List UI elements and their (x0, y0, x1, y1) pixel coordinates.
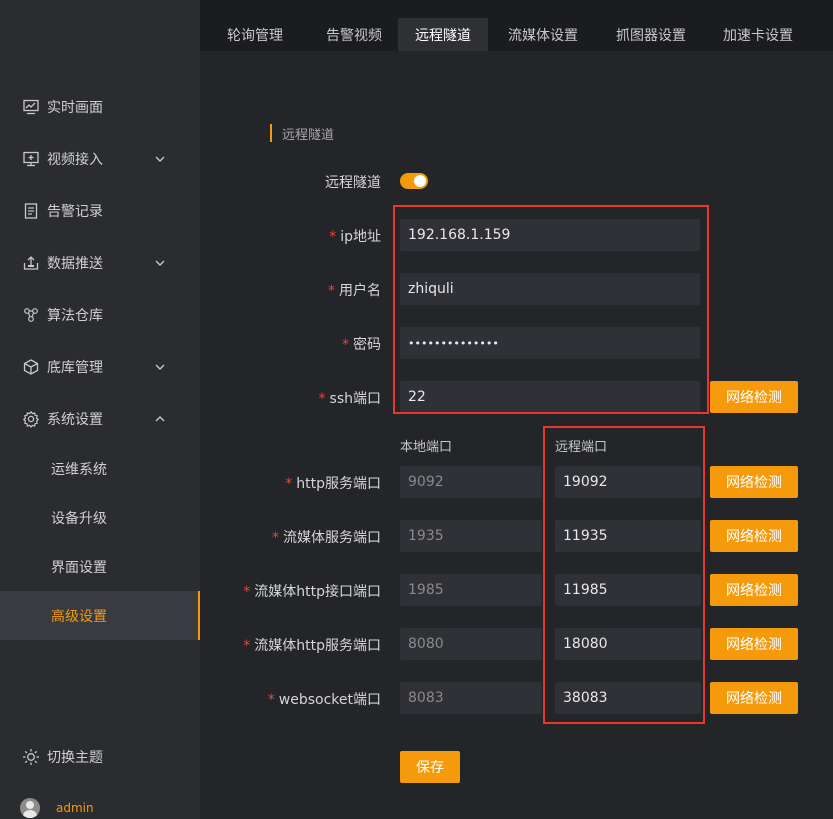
sidebar-subitem-label: 高级设置 (51, 608, 107, 625)
sidebar-item-base-library[interactable]: 底库管理 (0, 341, 200, 393)
local-port-header: 本地端口 (400, 440, 453, 455)
local-port-input[interactable]: 8080 (400, 628, 542, 660)
password-input[interactable]: •••••••••••••• (400, 327, 700, 359)
network-check-button[interactable]: 网络检测 (710, 520, 798, 552)
tab-bar: 轮询管理 告警视频 远程隧道 流媒体设置 抓图器设置 加速卡设置 (200, 18, 833, 51)
tab-label: 加速卡设置 (723, 27, 793, 44)
box-icon (22, 358, 40, 376)
port-row-label: * websocket端口 (267, 692, 381, 708)
sidebar-subitem-ops-system[interactable]: 运维系统 (0, 444, 200, 493)
monitor-chart-icon (22, 98, 40, 116)
ssh-network-check-button[interactable]: 网络检测 (710, 381, 798, 413)
sidebar-item-label: 算法仓库 (47, 308, 103, 324)
remote-port-input[interactable]: 19092 (555, 466, 701, 498)
avatar (20, 798, 40, 818)
network-check-button[interactable]: 网络检测 (710, 466, 798, 498)
remote-port-header: 远程端口 (555, 440, 608, 455)
sidebar-subitem-label: 设备升级 (51, 510, 107, 527)
tab-remote-tunnel[interactable]: 远程隧道 (398, 18, 488, 51)
remote-port-input[interactable]: 38083 (555, 682, 701, 714)
sidebar: 实时画面 视频接入 告警记录 数据推送 算法仓库 底库管理 系统设置 运维系统 … (0, 0, 200, 819)
switch-theme-label: 切换主题 (47, 750, 103, 766)
sidebar-subitem-advanced-settings[interactable]: 高级设置 (0, 591, 200, 640)
user-profile[interactable]: admin (20, 798, 94, 818)
upload-icon (22, 254, 40, 272)
tab-label: 远程隧道 (415, 27, 471, 44)
algorithm-icon (22, 306, 40, 324)
sidebar-item-alarm-records[interactable]: 告警记录 (0, 185, 200, 237)
local-port-input[interactable]: 9092 (400, 466, 542, 498)
local-port-input[interactable]: 1935 (400, 520, 542, 552)
network-check-button[interactable]: 网络检测 (710, 574, 798, 606)
chevron-down-icon[interactable] (154, 153, 166, 165)
tab-alarm-video[interactable]: 告警视频 (310, 18, 398, 51)
sidebar-item-label: 底库管理 (47, 360, 103, 376)
sidebar-item-algorithm-store[interactable]: 算法仓库 (0, 289, 200, 341)
display-icon (22, 150, 40, 168)
tab-label: 轮询管理 (227, 27, 283, 44)
username: admin (56, 801, 94, 815)
ip-input[interactable]: 192.168.1.159 (400, 219, 700, 251)
sidebar-subitem-label: 界面设置 (51, 559, 107, 576)
tunnel-toggle-label: 远程隧道 (325, 175, 381, 191)
local-port-input[interactable]: 1985 (400, 574, 542, 606)
sidebar-item-label: 告警记录 (47, 204, 103, 220)
username-label: * 用户名 (328, 283, 381, 299)
network-check-button[interactable]: 网络检测 (710, 682, 798, 714)
port-row-label: * http服务端口 (285, 476, 381, 492)
save-button[interactable]: 保存 (400, 751, 460, 783)
chevron-down-icon[interactable] (154, 257, 166, 269)
sidebar-subitem-device-upgrade[interactable]: 设备升级 (0, 493, 200, 542)
network-check-button[interactable]: 网络检测 (710, 628, 798, 660)
username-input[interactable]: zhiquli (400, 273, 700, 305)
ssh-port-label: * ssh端口 (318, 391, 381, 407)
tab-label: 抓图器设置 (616, 27, 686, 44)
sidebar-item-video-access[interactable]: 视频接入 (0, 133, 200, 185)
tab-streaming-settings[interactable]: 流媒体设置 (488, 18, 598, 51)
main-content: 远程隧道 远程隧道 * ip地址 192.168.1.159 * 用户名 zhiqu… (200, 51, 833, 819)
toggle-knob (414, 175, 426, 187)
tab-label: 告警视频 (326, 27, 382, 44)
tab-polling-management[interactable]: 轮询管理 (200, 18, 310, 51)
sidebar-item-system-settings[interactable]: 系统设置 (0, 393, 200, 445)
sidebar-item-label: 视频接入 (47, 152, 103, 168)
tab-accelerator-settings[interactable]: 加速卡设置 (704, 18, 812, 51)
sidebar-item-live-view[interactable]: 实时画面 (0, 81, 200, 133)
sidebar-item-label: 实时画面 (47, 100, 103, 116)
sidebar-subitem-ui-settings[interactable]: 界面设置 (0, 542, 200, 591)
tab-label: 流媒体设置 (508, 27, 578, 44)
document-icon (22, 202, 40, 220)
chevron-up-icon[interactable] (154, 413, 166, 425)
chevron-down-icon[interactable] (154, 361, 166, 373)
password-label: * 密码 (342, 337, 381, 353)
gear-icon (22, 410, 40, 428)
remote-port-input[interactable]: 18080 (555, 628, 701, 660)
remote-port-input[interactable]: 11935 (555, 520, 701, 552)
ip-label: * ip地址 (329, 229, 381, 245)
tab-capturer-settings[interactable]: 抓图器设置 (598, 18, 704, 51)
sidebar-subitem-label: 运维系统 (51, 461, 107, 478)
sidebar-item-label: 数据推送 (47, 256, 103, 272)
port-row-label: * 流媒体服务端口 (272, 530, 381, 546)
port-row-label: * 流媒体http接口端口 (243, 584, 381, 600)
switch-theme-button[interactable]: 切换主题 (0, 731, 200, 783)
port-row-label: * 流媒体http服务端口 (243, 638, 381, 654)
sidebar-item-label: 系统设置 (47, 412, 103, 428)
local-port-input[interactable]: 8083 (400, 682, 542, 714)
sun-icon (22, 748, 40, 766)
remote-port-input[interactable]: 11985 (555, 574, 701, 606)
sidebar-item-data-push[interactable]: 数据推送 (0, 237, 200, 289)
section-title: 远程隧道 (270, 124, 334, 143)
tunnel-toggle[interactable] (400, 173, 428, 189)
ssh-port-input[interactable]: 22 (400, 381, 700, 413)
